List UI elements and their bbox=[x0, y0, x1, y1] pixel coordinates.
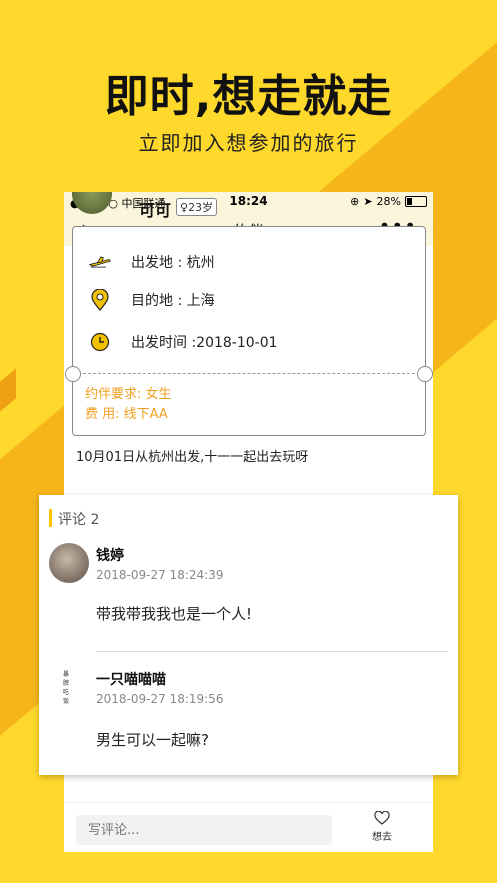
location-arrow-icon: ➤ bbox=[363, 195, 373, 208]
time-row: 出发时间 :2018-10-01 bbox=[89, 331, 278, 353]
destination-text: 目的地 : 上海 bbox=[131, 293, 215, 309]
comment-author: 钱婷 bbox=[96, 548, 124, 564]
ticket-notch bbox=[417, 366, 433, 382]
comment-text: 男生可以一起嘛? bbox=[96, 731, 209, 749]
airplane-icon bbox=[89, 251, 111, 273]
background-shard bbox=[0, 368, 16, 412]
promo-subline: 立即加入想参加的旅行 bbox=[138, 131, 359, 155]
female-icon: ♀ bbox=[180, 201, 189, 214]
battery-icon bbox=[405, 196, 427, 207]
owner-name: 可可 bbox=[139, 201, 172, 220]
destination-row: 目的地 : 上海 bbox=[89, 289, 215, 311]
departure-row: 出发地 : 杭州 bbox=[89, 251, 215, 273]
depart-time-text: 出发时间 :2018-10-01 bbox=[131, 335, 278, 351]
fee-text: 费 用: 线下AA bbox=[85, 407, 168, 422]
promo-headline: 即时,想走就走 bbox=[104, 71, 393, 122]
ticket-notch bbox=[65, 366, 81, 382]
comment-text: 带我带我我也是一个人! bbox=[96, 605, 253, 623]
trip-description: 10月01日从杭州出发,十一一起出去玩呀 bbox=[76, 450, 309, 465]
age-label: 23岁 bbox=[188, 201, 214, 214]
companion-requirement: 约伴要求: 女生 bbox=[85, 387, 172, 402]
departure-text: 出发地 : 杭州 bbox=[131, 255, 215, 271]
comment-input[interactable] bbox=[76, 815, 332, 845]
comment-time: 2018-09-27 18:19:56 bbox=[96, 692, 224, 706]
avatar[interactable] bbox=[49, 543, 89, 583]
want-button[interactable]: 想去 bbox=[362, 810, 402, 843]
ticket-perforation bbox=[73, 373, 425, 374]
battery-percent: 28% bbox=[376, 195, 401, 208]
orientation-lock-icon: ⊕ bbox=[350, 195, 360, 208]
clock-icon bbox=[89, 331, 111, 353]
heart-icon bbox=[362, 810, 402, 828]
status-right: ⊕ ➤ 28% bbox=[350, 195, 427, 208]
comment-divider bbox=[96, 651, 448, 652]
comments-header: 评论 2 bbox=[49, 509, 99, 528]
status-bar: ●●●●○ 中国联通 18:24 ⊕ ➤ 28% bbox=[64, 192, 433, 212]
comment-time: 2018-09-27 18:24:39 bbox=[96, 568, 224, 582]
avatar-text: 暴脾吃饭 bbox=[63, 671, 70, 705]
trip-ticket: 出发地 : 杭州 目的地 : 上海 出发时间 :2018-10-01 约伴要求:… bbox=[65, 226, 433, 436]
bottom-bar: 想去 bbox=[64, 802, 433, 852]
location-pin-icon bbox=[89, 289, 111, 311]
age-badge: ♀23岁 bbox=[176, 198, 218, 216]
comments-card: 评论 2 钱婷 2018-09-27 18:24:39 带我带我我也是一个人! … bbox=[39, 495, 458, 775]
comment-author: 一只喵喵喵 bbox=[96, 672, 166, 688]
want-label: 想去 bbox=[372, 832, 392, 843]
